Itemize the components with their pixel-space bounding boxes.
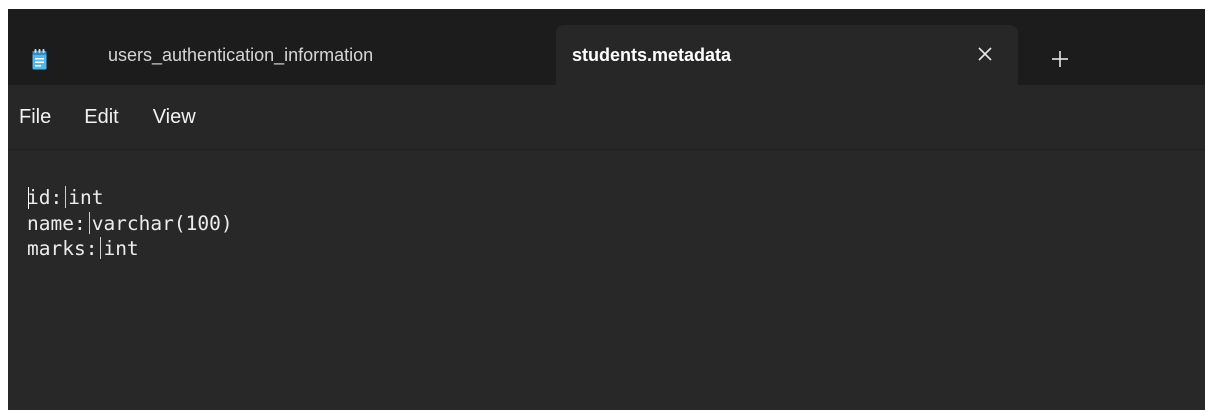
column-separator [65, 186, 67, 208]
close-icon-graphic [978, 47, 992, 61]
line-key: marks: [27, 237, 98, 260]
notepad-icon-graphic [32, 49, 47, 70]
line-type: varchar(100) [91, 212, 233, 235]
notepad-icon [32, 49, 47, 70]
plus-icon[interactable] [1045, 44, 1075, 74]
text-editor-area[interactable]: id: int name: varchar(100) marks: int [8, 149, 1205, 410]
line-type: int [103, 237, 139, 260]
tab-label: students.metadata [572, 44, 732, 65]
plus-icon-graphic [1052, 51, 1068, 67]
menu-file[interactable]: File [19, 100, 51, 135]
text-caret [28, 187, 29, 209]
menu-edit[interactable]: Edit [84, 100, 118, 135]
line-type: int [68, 186, 104, 209]
menu-view[interactable]: View [153, 100, 196, 135]
notepad-window: users_authentication_information student… [8, 9, 1205, 410]
menu-bar: File Edit View [8, 85, 1205, 149]
column-separator [88, 212, 90, 234]
column-separator [100, 237, 102, 259]
line-key: name: [27, 212, 86, 235]
tab-students-metadata[interactable]: students.metadata [556, 25, 1018, 85]
tab-label: users_authentication_information [108, 44, 374, 65]
editor-line: name: varchar(100) [27, 212, 233, 236]
line-key: id: [27, 186, 63, 209]
editor-line: marks: int [27, 237, 139, 261]
tab-users-authentication-information[interactable]: users_authentication_information [84, 25, 544, 85]
close-icon[interactable] [972, 41, 998, 67]
tab-bar: users_authentication_information student… [8, 9, 1205, 85]
editor-line: id: int [27, 186, 103, 210]
